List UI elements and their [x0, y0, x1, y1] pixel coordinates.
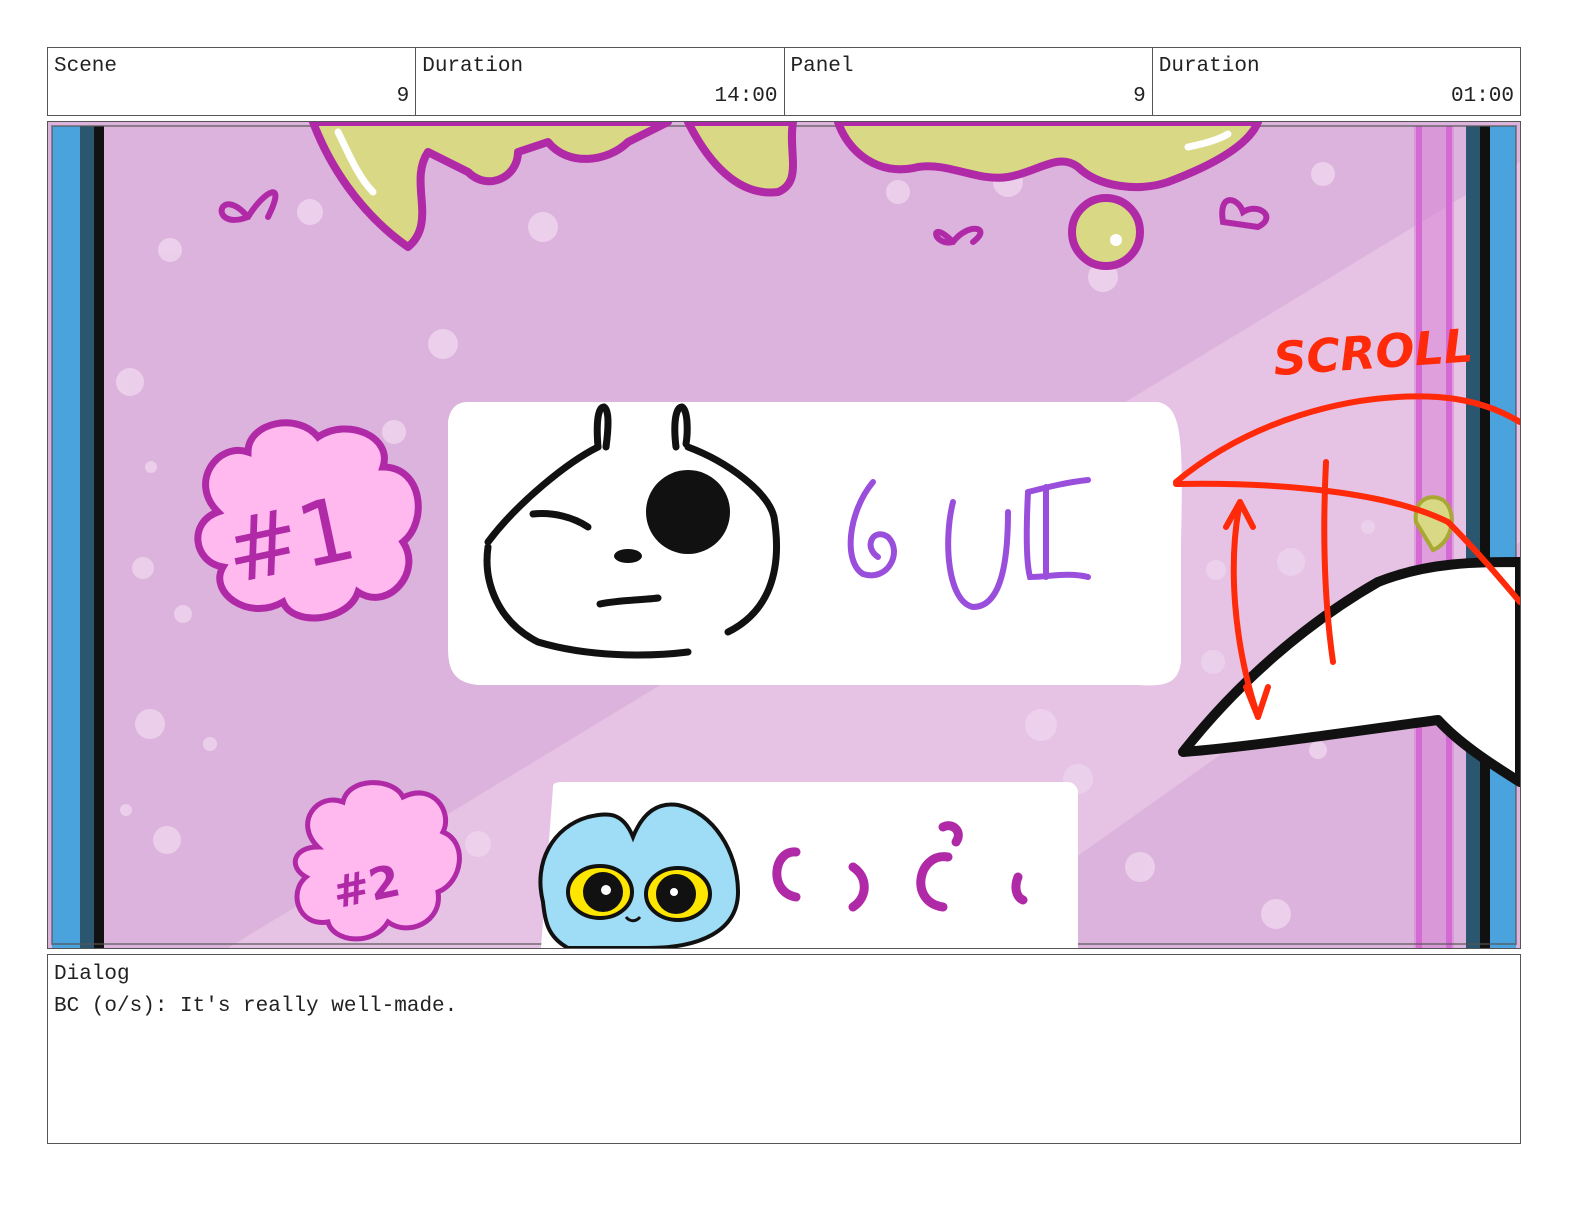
scene-cell: Scene 9 — [48, 48, 417, 115]
scene-duration-value: 14:00 — [714, 85, 778, 108]
scene-number: 9 — [396, 85, 410, 108]
left-border-blue — [52, 126, 80, 948]
panel-duration-cell: Duration 01:00 — [1153, 48, 1520, 115]
blue-creature-avatar — [538, 802, 741, 948]
scene-duration-cell: Duration 14:00 — [416, 48, 785, 115]
badge-1: #1 — [194, 419, 422, 622]
panel-info-header: Scene 9 Duration 14:00 Panel 9 Duration … — [47, 47, 1521, 116]
panel-duration-label: Duration — [1158, 55, 1260, 78]
panel-number: 9 — [1133, 85, 1146, 108]
panel-label: Panel — [790, 55, 854, 78]
scene-label: Scene — [54, 55, 118, 78]
right-border-dark — [1466, 126, 1480, 948]
message-card-1 — [448, 402, 1182, 686]
panel-duration-value: 01:00 — [1450, 85, 1514, 108]
badge-2: #2 — [292, 780, 462, 942]
dialog-label: Dialog — [54, 963, 130, 986]
dialog-box: Dialog BC (o/s): It's really well-made. — [47, 954, 1521, 1144]
right-border-blue — [1490, 126, 1516, 948]
storyboard-frame: #1 #2 SCROLL — [47, 121, 1521, 949]
panel-cell: Panel 9 — [785, 48, 1153, 115]
left-border-dark — [80, 126, 94, 948]
dialog-text: BC (o/s): It's really well-made. — [54, 995, 458, 1018]
storyboard-artwork: #1 #2 SCROLL — [48, 122, 1520, 948]
scene-duration-label: Duration — [422, 55, 524, 78]
